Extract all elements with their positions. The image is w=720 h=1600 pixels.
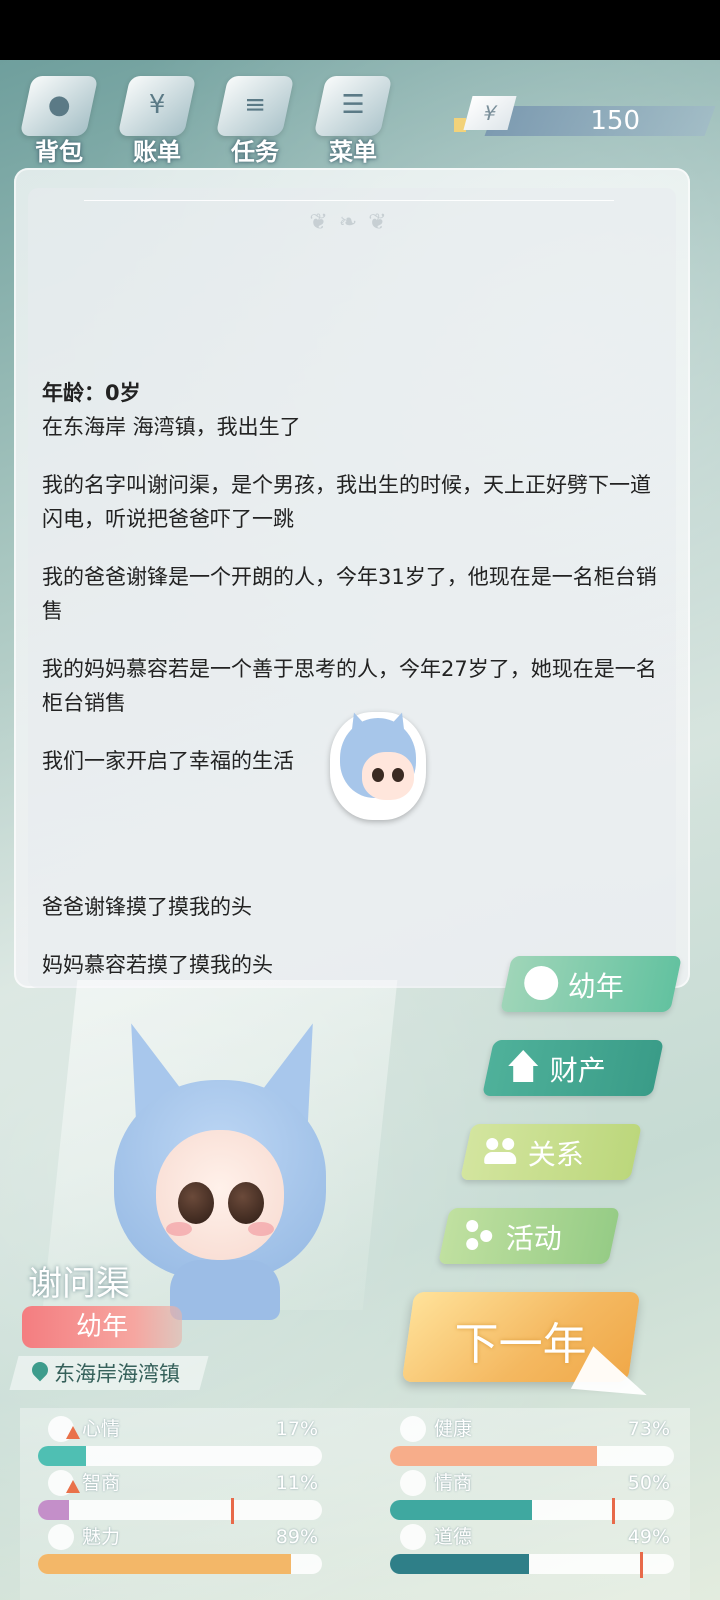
yen-icon: ¥ (463, 96, 517, 130)
stat-bar (38, 1500, 322, 1520)
stat-morality: 道德 49% (390, 1524, 680, 1578)
ornament-icon: ❦ ❧ ❦ (84, 200, 614, 240)
location-text: 东海岸海湾镇 (54, 1362, 180, 1386)
story-log: 年龄：0岁 在东海岸 海湾镇，我出生了 我的名字叫谢问渠，是个男孩，我出生的时候… (42, 376, 662, 1006)
location: 东海岸海湾镇 (9, 1356, 214, 1392)
baby-face-icon (524, 966, 559, 1000)
stat-bar (390, 1500, 674, 1520)
stat-bar (38, 1554, 322, 1574)
money-value: 150 (590, 106, 640, 136)
character-portrait-small (330, 708, 426, 820)
stat-iq: 智商 11% (38, 1470, 328, 1524)
nav-task[interactable]: ≡ 任务 (210, 72, 300, 172)
stat-fill (38, 1554, 291, 1574)
stat-mood: 心情 17% (38, 1416, 328, 1470)
stat-fill (390, 1554, 530, 1574)
nav-backpack[interactable]: ● 背包 (14, 72, 104, 172)
money-display: ¥ 150 (454, 96, 716, 138)
story-line: 爸爸谢锋摸了摸我的头 (42, 895, 252, 919)
menu-icon: ☰ (313, 76, 393, 136)
child-stage-button[interactable]: 幼年 (500, 956, 682, 1012)
stat-bar (390, 1554, 674, 1574)
character-avatar[interactable] (99, 1011, 345, 1320)
story-line: 我的妈妈慕容若是一个善于思考的人，今年27岁了，她现在是一名柜台销售 (42, 657, 657, 715)
stat-health: 健康 73% (390, 1416, 680, 1470)
stat-marker (231, 1498, 234, 1524)
backpack-icon: ● (19, 76, 99, 136)
stat-fill (390, 1446, 598, 1466)
activities-button[interactable]: 活动 (438, 1208, 620, 1264)
nav-menu[interactable]: ☰ 菜单 (308, 72, 398, 172)
stat-eq: 情商 50% (390, 1470, 680, 1524)
nav-bill-label: 账单 (133, 138, 181, 166)
house-icon (506, 1050, 540, 1084)
warning-icon (66, 1480, 80, 1493)
bill-icon: ¥ (117, 76, 197, 136)
nav-task-label: 任务 (231, 138, 279, 166)
sparkle-icon (48, 1524, 74, 1550)
assets-button[interactable]: 财产 (482, 1040, 664, 1096)
stat-marker (612, 1498, 615, 1524)
apple-icon (400, 1470, 426, 1496)
stat-marker (640, 1552, 643, 1578)
nav-backpack-label: 背包 (35, 138, 83, 166)
stat-fill (38, 1500, 70, 1520)
life-stage-badge: 幼年 (22, 1306, 182, 1348)
character-name: 谢问渠 (28, 1264, 130, 1304)
warning-icon (66, 1426, 80, 1439)
stat-fill (390, 1500, 532, 1520)
nav-menu-label: 菜单 (329, 138, 377, 166)
people-icon (484, 1134, 518, 1168)
story-line: 在东海岸 海湾镇，我出生了 (42, 415, 301, 439)
story-line: 我的名字叫谢问渠，是个男孩，我出生的时候，天上正好劈下一道闪电，听说把爸爸吓了一… (42, 473, 651, 531)
stat-charm: 魅力 89% (38, 1524, 328, 1578)
stat-fill (38, 1446, 87, 1466)
relationships-button[interactable]: 关系 (460, 1124, 642, 1180)
task-icon: ≡ (215, 76, 295, 136)
scale-icon (400, 1524, 426, 1550)
stat-bar (390, 1446, 674, 1466)
dots-icon (462, 1218, 496, 1252)
game-screen: ● 背包 ¥ 账单 ≡ 任务 ☰ 菜单 ¥ 150 ❦ ❧ ❦ 年龄：0岁 在东… (0, 60, 720, 1600)
heart-icon (400, 1416, 426, 1442)
nav-bill[interactable]: ¥ 账单 (112, 72, 202, 172)
stat-bar (38, 1446, 322, 1466)
story-line: 我的爸爸谢锋是一个开朗的人，今年31岁了，他现在是一名柜台销售 (42, 565, 657, 623)
age-line: 年龄：0岁 (42, 381, 141, 405)
